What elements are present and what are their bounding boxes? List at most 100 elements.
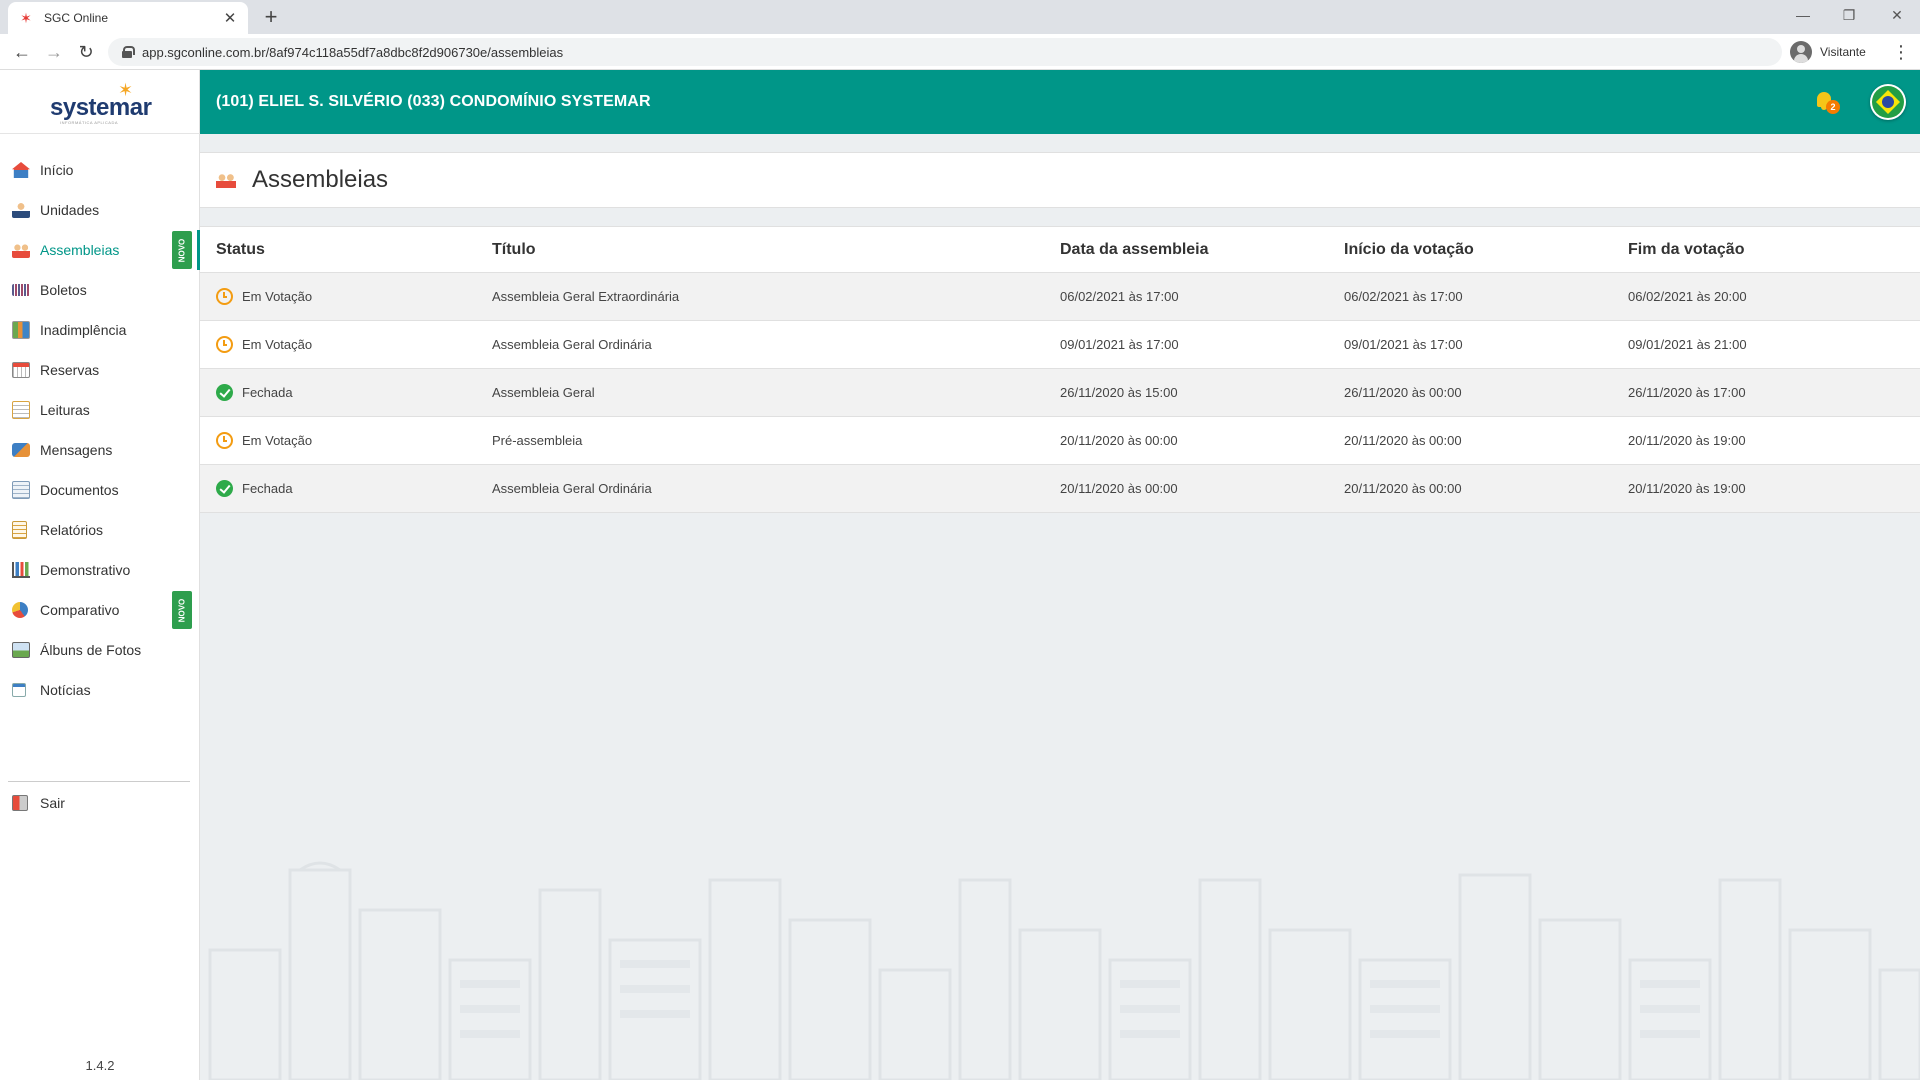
status-text: Em Votação <box>242 433 313 448</box>
vote-start: 09/01/2021 às 17:00 <box>1344 337 1463 352</box>
report-icon <box>12 521 27 539</box>
table-row[interactable]: Fechada Assembleia Geral 26/11/2020 às 1… <box>200 369 1920 417</box>
systemar-logo[interactable]: ✶ systemar INFORMÁTICA APLICADA <box>0 70 200 134</box>
close-tab-icon[interactable]: ✕ <box>222 9 238 27</box>
table-row[interactable]: Em Votação Assembleia Geral Ordinária 09… <box>200 321 1920 369</box>
notification-count-badge: 2 <box>1826 100 1840 114</box>
browser-tab[interactable]: ✶ SGC Online ✕ <box>8 2 248 34</box>
assembly-date: 09/01/2021 às 17:00 <box>1060 337 1179 352</box>
sidebar-item-demonstrativo[interactable]: Demonstrativo <box>0 550 200 590</box>
table-row[interactable]: Fechada Assembleia Geral Ordinária 20/11… <box>200 465 1920 513</box>
vote-end: 20/11/2020 às 19:00 <box>1628 481 1746 496</box>
minimize-icon[interactable]: — <box>1780 0 1826 30</box>
assembly-date: 20/11/2020 às 00:00 <box>1060 481 1178 496</box>
status-text: Em Votação <box>242 289 313 304</box>
people-meeting-icon <box>216 172 236 188</box>
status-text: Fechada <box>242 385 293 400</box>
profile-button[interactable]: Visitante <box>1790 38 1866 66</box>
table-row[interactable]: Em Votação Pré-assembleia 20/11/2020 às … <box>200 417 1920 465</box>
sidebar-item-albuns-de-fotos[interactable]: Álbuns de Fotos <box>0 630 200 670</box>
sidebar-item-unidades[interactable]: Unidades <box>0 190 200 230</box>
page-title: Assembleias <box>252 166 389 193</box>
check-circle-icon <box>216 480 233 497</box>
vote-end: 20/11/2020 às 19:00 <box>1628 433 1746 448</box>
calendar-icon <box>12 362 30 378</box>
restore-icon[interactable]: ❐ <box>1826 0 1872 30</box>
sidebar-item-documentos[interactable]: Documentos <box>0 470 200 510</box>
column-header-inicio-votacao[interactable]: Início da votação <box>1344 227 1474 272</box>
column-header-status[interactable]: Status <box>216 227 265 272</box>
table-header-row: Status Título Data da assembleia Início … <box>200 227 1920 273</box>
sidebar-item-boletos[interactable]: Boletos <box>0 270 200 310</box>
vote-start: 20/11/2020 às 00:00 <box>1344 481 1462 496</box>
browser-tabbar: ✶ SGC Online ✕ + — ❐ ✕ <box>0 0 1920 34</box>
forward-arrow-icon[interactable]: → <box>40 38 68 66</box>
status-text: Em Votação <box>242 337 313 352</box>
sidebar-item-inicio[interactable]: Início <box>0 150 200 190</box>
barcode-icon <box>12 284 30 296</box>
profile-avatar-icon <box>1790 41 1812 63</box>
meter-reading-icon <box>12 401 30 419</box>
assembly-date: 06/02/2021 às 17:00 <box>1060 289 1179 304</box>
messages-icon <box>12 443 30 457</box>
sidebar-menu: Início Unidades Assembleias NOVO Boletos… <box>0 150 200 710</box>
table-row[interactable]: Em Votação Assembleia Geral Extraordinár… <box>200 273 1920 321</box>
sidebar-item-mensagens[interactable]: Mensagens <box>0 430 200 470</box>
novo-badge: NOVO <box>172 231 192 269</box>
sidebar-item-noticias[interactable]: Notícias <box>0 670 200 710</box>
sidebar: ✶ systemar INFORMÁTICA APLICADA Início U… <box>0 70 200 1080</box>
vote-end: 06/02/2021 às 20:00 <box>1628 289 1747 304</box>
photo-album-icon <box>12 642 30 658</box>
column-header-data-assembleia[interactable]: Data da assembleia <box>1060 227 1209 272</box>
lock-icon <box>122 46 135 58</box>
app-version: 1.4.2 <box>85 1058 115 1073</box>
sidebar-item-inadimplencia[interactable]: Inadimplência <box>0 310 200 350</box>
logout-button[interactable]: Sair <box>0 783 200 823</box>
sidebar-item-comparativo[interactable]: Comparativo NOVO <box>0 590 200 630</box>
home-icon <box>12 162 30 178</box>
sidebar-item-leituras[interactable]: Leituras <box>0 390 200 430</box>
assembleias-table: Status Título Data da assembleia Início … <box>200 226 1920 513</box>
status-text: Fechada <box>242 481 293 496</box>
vote-end: 26/11/2020 às 17:00 <box>1628 385 1746 400</box>
url-text: app.sgconline.com.br/8af974c118a55df7a8d… <box>142 44 564 60</box>
assembly-date: 20/11/2020 às 00:00 <box>1060 433 1178 448</box>
sidebar-item-assembleias[interactable]: Assembleias NOVO <box>0 230 200 270</box>
sidebar-item-reservas[interactable]: Reservas <box>0 350 200 390</box>
assembly-date: 26/11/2020 às 15:00 <box>1060 385 1178 400</box>
column-header-fim-votacao[interactable]: Fim da votação <box>1628 227 1744 272</box>
back-arrow-icon[interactable]: ← <box>8 38 36 66</box>
main-content: (101) ELIEL S. SILVÉRIO (033) CONDOMÍNIO… <box>200 70 1920 1080</box>
assembly-title: Assembleia Geral Ordinária <box>492 481 652 496</box>
menu-divider <box>8 781 190 782</box>
notifications-bell-icon[interactable]: 2 <box>1814 90 1840 114</box>
logout-icon <box>12 795 28 811</box>
bar-chart-icon <box>12 562 30 578</box>
browser-menu-icon[interactable]: ⋮ <box>1892 42 1910 62</box>
column-header-titulo[interactable]: Título <box>492 227 536 272</box>
assembly-title: Assembleia Geral Extraordinária <box>492 289 680 304</box>
document-chart-icon <box>12 321 30 339</box>
novo-badge: NOVO <box>172 591 192 629</box>
vote-start: 26/11/2020 às 00:00 <box>1344 385 1462 400</box>
assembly-title: Assembleia Geral Ordinária <box>492 337 652 352</box>
sgc-favicon-icon: ✶ <box>20 9 32 26</box>
vote-start: 06/02/2021 às 17:00 <box>1344 289 1463 304</box>
pie-chart-icon <box>12 602 28 618</box>
user-icon <box>12 202 30 218</box>
brazil-flag-language-icon[interactable] <box>1870 84 1906 120</box>
vote-start: 20/11/2020 às 00:00 <box>1344 433 1462 448</box>
sidebar-item-relatorios[interactable]: Relatórios <box>0 510 200 550</box>
close-window-icon[interactable]: ✕ <box>1874 0 1920 30</box>
clock-icon <box>216 288 233 305</box>
city-skyline-background <box>208 861 1920 1080</box>
reload-icon[interactable]: ↻ <box>72 38 100 66</box>
header-title: (101) ELIEL S. SILVÉRIO (033) CONDOMÍNIO… <box>216 93 651 110</box>
app-header: (101) ELIEL S. SILVÉRIO (033) CONDOMÍNIO… <box>200 70 1920 134</box>
address-bar[interactable]: app.sgconline.com.br/8af974c118a55df7a8d… <box>108 38 1782 66</box>
assembly-title: Assembleia Geral <box>492 385 595 400</box>
clock-icon <box>216 336 233 353</box>
new-tab-icon[interactable]: + <box>258 4 284 30</box>
check-circle-icon <box>216 384 233 401</box>
browser-toolbar: ← → ↻ app.sgconline.com.br/8af974c118a55… <box>0 34 1920 70</box>
